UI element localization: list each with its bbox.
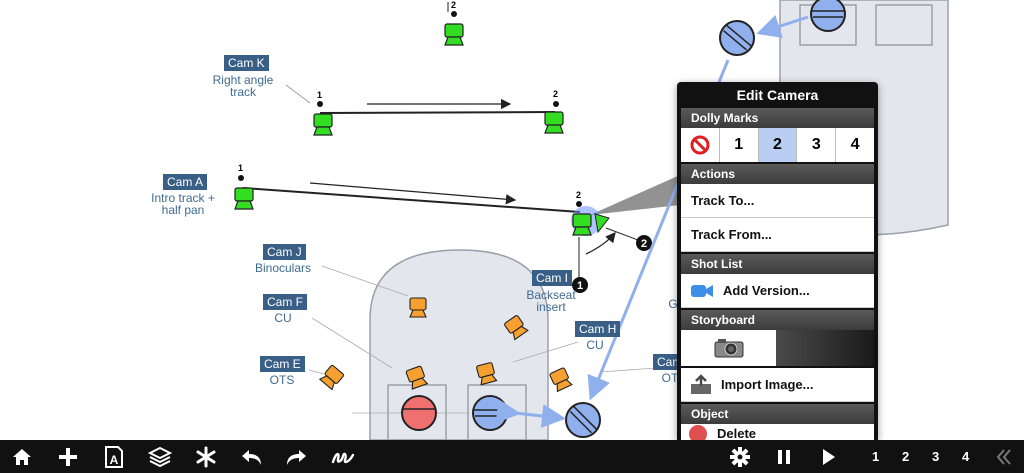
camera-desc-i: Backseat insert: [526, 288, 576, 314]
dolly-mark-3-button[interactable]: 3: [797, 128, 837, 162]
add-version-button[interactable]: Add Version...: [681, 274, 874, 308]
camera-tag-k[interactable]: Cam K: [224, 55, 269, 71]
camera-desc-f: CU: [274, 311, 292, 325]
storyboard-camera-button[interactable]: [681, 330, 776, 366]
import-image-button[interactable]: Import Image...: [681, 368, 874, 402]
gear-icon[interactable]: [726, 440, 754, 473]
freehand-icon[interactable]: [328, 440, 358, 473]
camera-tag-f[interactable]: Cam F: [263, 294, 307, 310]
bottom-toolbar: A 1 2 3 4: [0, 440, 1024, 473]
redo-icon[interactable]: [282, 440, 310, 473]
delete-button[interactable]: Delete: [681, 424, 874, 440]
camera-desc-k: Right angle track: [212, 73, 274, 99]
dolly-mark-number: 2: [553, 89, 559, 99]
svg-text:2: 2: [641, 238, 647, 250]
dolly-mark-1-button[interactable]: 1: [720, 128, 759, 162]
import-icon: [691, 373, 711, 394]
dolly-mark-number: 2: [451, 0, 457, 10]
camera-tag-a[interactable]: Cam A: [163, 174, 208, 190]
delete-icon: [689, 424, 707, 440]
page-3-button[interactable]: 3: [932, 440, 939, 473]
collapse-icon[interactable]: [992, 440, 1016, 473]
section-dolly-marks: Dolly Marks: [681, 108, 874, 128]
svg-text:A: A: [110, 453, 119, 467]
camera-tag-j[interactable]: Cam J: [263, 244, 306, 260]
camera-tag-i[interactable]: Cam I: [532, 270, 573, 286]
dolly-mark-4-button[interactable]: 4: [836, 128, 874, 162]
text-tool-icon[interactable]: A: [101, 440, 127, 473]
page-4-button[interactable]: 4: [962, 440, 969, 473]
asterisk-icon[interactable]: [193, 440, 219, 473]
video-camera-icon: [691, 284, 713, 297]
camera-tag-h[interactable]: Cam H: [575, 321, 621, 337]
track-from-button[interactable]: Track From...: [681, 218, 874, 252]
delete-label: Delete: [717, 425, 757, 441]
camera-desc-h: CU: [586, 338, 604, 352]
dolly-none-button[interactable]: [681, 128, 720, 162]
section-object: Object: [681, 404, 874, 424]
page-1-button[interactable]: 1: [872, 440, 879, 473]
storyboard-frames: [681, 330, 874, 366]
car-body-bottom: [369, 249, 549, 441]
pause-icon[interactable]: [772, 440, 796, 473]
section-storyboard: Storyboard: [681, 310, 874, 330]
section-shot-list: Shot List: [681, 254, 874, 274]
dolly-mark-number: 1: [317, 90, 323, 100]
no-entry-icon: [690, 135, 710, 155]
add-version-label: Add Version...: [723, 282, 810, 298]
play-icon[interactable]: [816, 440, 840, 473]
undo-icon[interactable]: [238, 440, 266, 473]
plus-icon[interactable]: [55, 440, 81, 473]
dolly-mark-number: 2: [576, 190, 582, 200]
camera-desc-e: OTS: [269, 373, 295, 387]
dolly-marks-selector: 1 2 3 4: [681, 128, 874, 162]
camera-tag-e[interactable]: Cam E: [260, 356, 305, 372]
dolly-mark-number: 1: [238, 163, 244, 173]
dolly-mark-2-button[interactable]: 2: [758, 128, 798, 162]
page-2-button[interactable]: 2: [902, 440, 909, 473]
track-to-button[interactable]: Track To...: [681, 184, 874, 218]
panel-title: Edit Camera: [736, 87, 819, 103]
import-image-label: Import Image...: [721, 376, 814, 392]
camera-desc-j: Binoculars: [254, 261, 312, 275]
camera-desc-a: Intro track + half pan: [151, 191, 215, 217]
storyboard-frame[interactable]: [776, 330, 874, 366]
edit-camera-panel: Edit Camera Dolly Marks 1 2 3 4 Actions …: [677, 82, 878, 440]
home-icon[interactable]: [8, 440, 36, 473]
layers-icon[interactable]: [146, 440, 174, 473]
section-actions: Actions: [681, 164, 874, 184]
camera-icon: [714, 339, 743, 358]
